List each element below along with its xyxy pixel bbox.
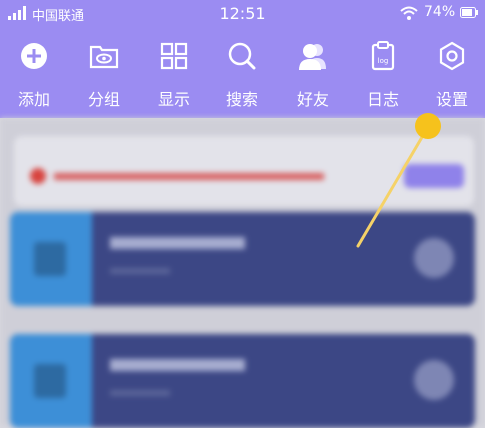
tap-indicator — [356, 113, 441, 248]
